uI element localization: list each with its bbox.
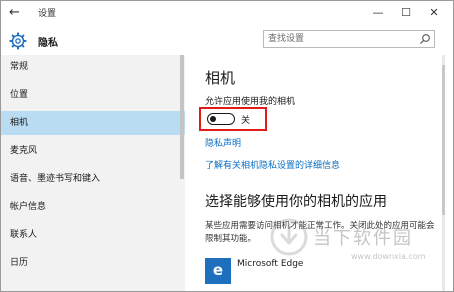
highlight-box: 关 — [199, 107, 267, 131]
settings-window: ← 设置 — ☐ ✕ 隐私 常规 位置 相机 麦克风 — [0, 0, 454, 292]
learn-more-link[interactable]: 了解有关相机隐私设置的详细信息 — [205, 158, 340, 171]
sidebar: 常规 位置 相机 麦克风 语音、墨迹书写和键入 帐户信息 联系人 日历 — [1, 55, 185, 291]
allow-apps-label: 允许应用使用我的相机 — [205, 97, 296, 107]
sidebar-item-speech-inking-typing[interactable]: 语音、墨迹书写和键入 — [1, 167, 185, 191]
search-icon[interactable] — [419, 33, 431, 45]
search-input[interactable] — [268, 32, 418, 46]
sidebar-item-camera[interactable]: 相机 — [1, 111, 185, 135]
watermark-logo-icon — [270, 218, 308, 256]
sidebar-item-contacts[interactable]: 联系人 — [1, 223, 185, 247]
sidebar-item-microphone[interactable]: 麦克风 — [1, 139, 185, 163]
sidebar-item-general[interactable]: 常规 — [1, 55, 185, 79]
section-heading-apps: 选择能够使用你的相机的应用 — [205, 194, 387, 210]
sidebar-item-account-info[interactable]: 帐户信息 — [1, 195, 185, 219]
title-bar: ← 设置 — ☐ ✕ — [1, 1, 453, 25]
maximize-button[interactable]: ☐ — [391, 3, 421, 23]
edge-icon-letter: e — [212, 261, 224, 279]
page-title: 隐私 — [38, 38, 58, 49]
toggle-state-label: 关 — [241, 116, 251, 126]
sidebar-item-location[interactable]: 位置 — [1, 83, 185, 107]
window-title: 设置 — [38, 9, 57, 19]
camera-access-toggle[interactable] — [207, 113, 235, 125]
content-scrollbar[interactable] — [442, 55, 445, 291]
watermark-text: 当下软件园 — [313, 228, 413, 249]
sidebar-scrollbar[interactable] — [180, 55, 184, 179]
sidebar-item-calendar[interactable]: 日历 — [1, 251, 185, 275]
privacy-statement-link[interactable]: 隐私声明 — [205, 136, 241, 149]
close-button[interactable]: ✕ — [419, 3, 449, 23]
watermark-url: www.downxia.com — [351, 252, 426, 261]
toggle-knob — [210, 115, 216, 122]
search-box[interactable] — [263, 30, 435, 48]
gear-icon — [9, 32, 27, 50]
scrollbar-thumb[interactable] — [442, 65, 445, 215]
page-header: 隐私 — [1, 25, 453, 55]
edge-icon: e — [205, 258, 231, 284]
app-name: Microsoft Edge — [237, 259, 304, 269]
minimize-button[interactable]: — — [363, 3, 393, 23]
section-heading-camera: 相机 — [205, 69, 236, 87]
back-arrow-icon[interactable]: ← — [9, 5, 25, 21]
